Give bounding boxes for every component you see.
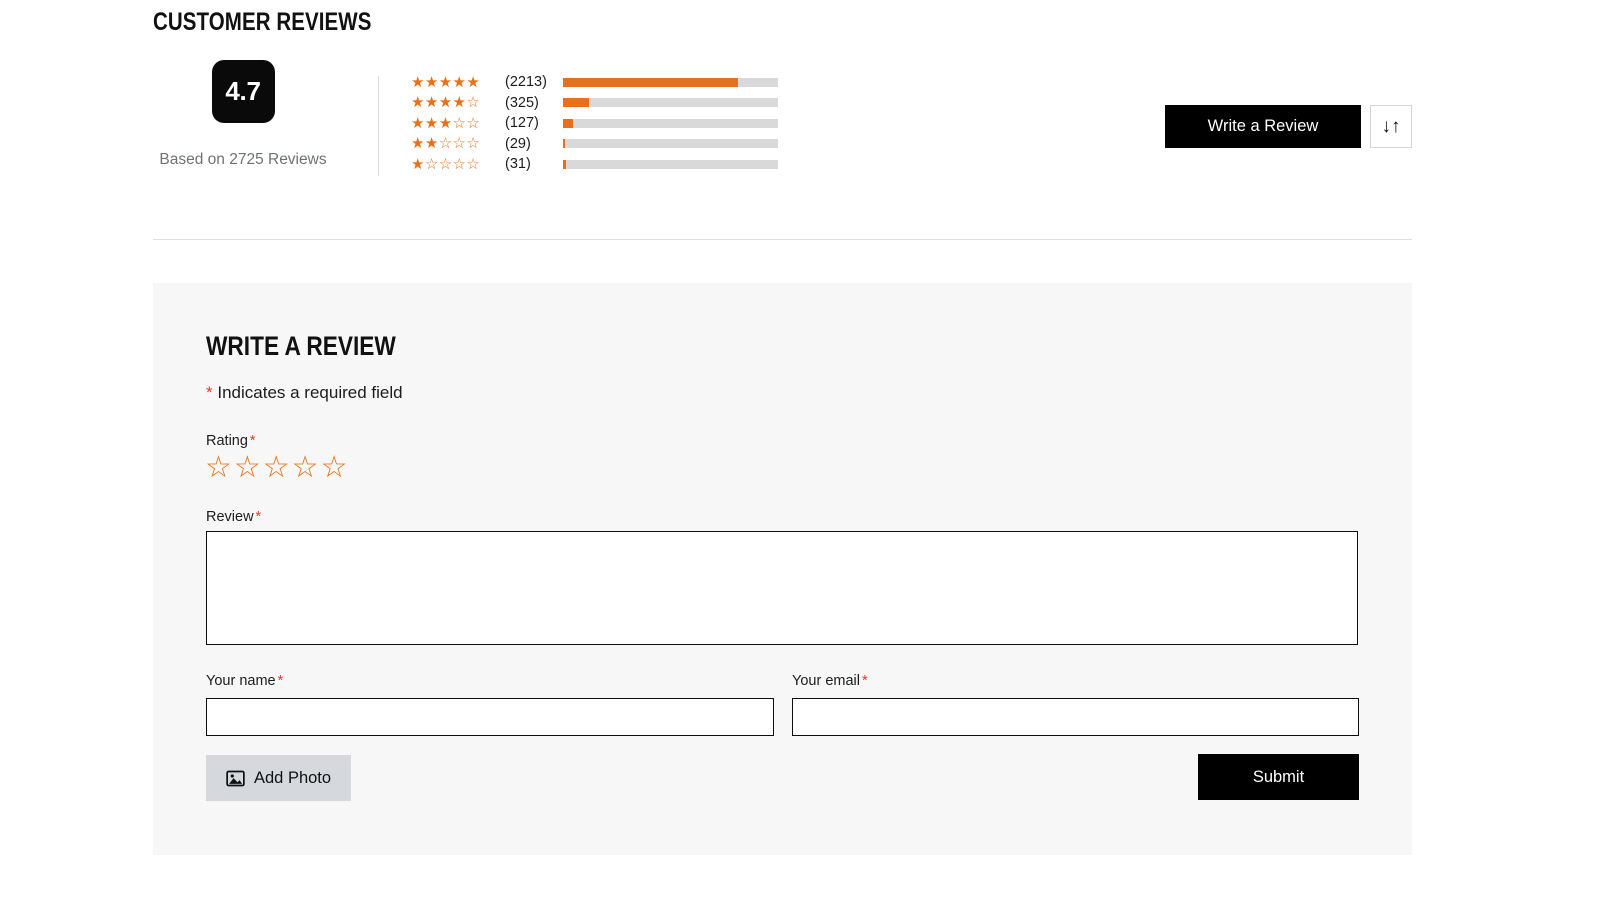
section-divider [153,239,1412,240]
name-field-label: Your name * [206,673,283,689]
histogram-count-1: (31) [505,156,531,173]
required-field-note: * Indicates a required field [206,383,403,403]
histogram-count-4: (325) [505,94,539,111]
write-a-review-button[interactable]: Write a Review [1165,105,1361,148]
rating-star-input[interactable]: ☆☆☆☆☆ [205,453,349,483]
add-photo-label: Add Photo [254,768,332,787]
histogram-count-2: (29) [505,135,531,152]
rating-histogram: ★★★★★ (2213) ★★★★☆ (325) ★★★☆☆ (127) ★★☆… [411,72,778,175]
email-label-text: Your email [792,673,860,689]
histogram-track-1 [563,159,778,169]
name-label-text: Your name [206,673,276,689]
average-score-block: 4.7 Based on 2725 Reviews [153,60,333,169]
review-label-text: Review [206,509,254,525]
rating-label-text: Rating [206,433,248,449]
histogram-stars-3: ★★★☆☆ [411,114,481,132]
form-title: WRITE A REVIEW [206,331,396,361]
review-textarea[interactable] [206,531,1358,645]
average-score-badge: 4.7 [211,60,275,123]
histogram-fill-3 [563,118,574,128]
customer-reviews-page: CUSTOMER REVIEWS 4.7 Based on 2725 Revie… [0,0,1600,900]
summary-vertical-divider [378,76,379,176]
histogram-row-4[interactable]: ★★★★☆ (325) [411,93,778,114]
review-count-caption: Based on 2725 Reviews [159,151,327,168]
name-input[interactable] [206,698,774,736]
rating-required-asterisk: * [249,433,256,449]
review-field-label: Review * [206,509,261,525]
add-photo-button[interactable]: Add Photo [206,755,351,801]
histogram-fill-1 [563,159,566,169]
histogram-track-2 [563,139,778,149]
name-required-asterisk: * [277,673,284,689]
sort-arrows-icon[interactable]: ↓↑ [1370,105,1412,148]
histogram-row-1[interactable]: ★☆☆☆☆ (31) [411,154,778,175]
histogram-count-3: (127) [505,115,539,132]
histogram-fill-4 [563,98,589,108]
image-icon [226,769,245,788]
histogram-track-5 [563,77,778,87]
submit-button[interactable]: Submit [1198,754,1359,800]
histogram-track-3 [563,118,778,128]
write-review-form-panel: WRITE A REVIEW * Indicates a required fi… [153,283,1412,855]
histogram-count-5: (2213) [505,74,547,91]
required-asterisk: * [206,383,213,402]
page-title: CUSTOMER REVIEWS [153,8,372,36]
histogram-fill-5 [563,77,738,87]
review-required-asterisk: * [255,509,262,525]
email-field-label: Your email * [792,673,868,689]
histogram-stars-2: ★★☆☆☆ [411,135,481,153]
histogram-row-2[interactable]: ★★☆☆☆ (29) [411,134,778,155]
histogram-stars-1: ★☆☆☆☆ [411,155,481,173]
histogram-row-3[interactable]: ★★★☆☆ (127) [411,113,778,134]
email-input[interactable] [792,698,1359,736]
histogram-stars-4: ★★★★☆ [411,94,481,112]
email-required-asterisk: * [861,673,868,689]
histogram-stars-5: ★★★★★ [411,73,481,91]
rating-field-label: Rating * [206,433,256,449]
histogram-row-5[interactable]: ★★★★★ (2213) [411,72,778,93]
required-note-text: Indicates a required field [217,383,403,402]
histogram-fill-2 [563,139,566,149]
histogram-track-4 [563,98,778,108]
